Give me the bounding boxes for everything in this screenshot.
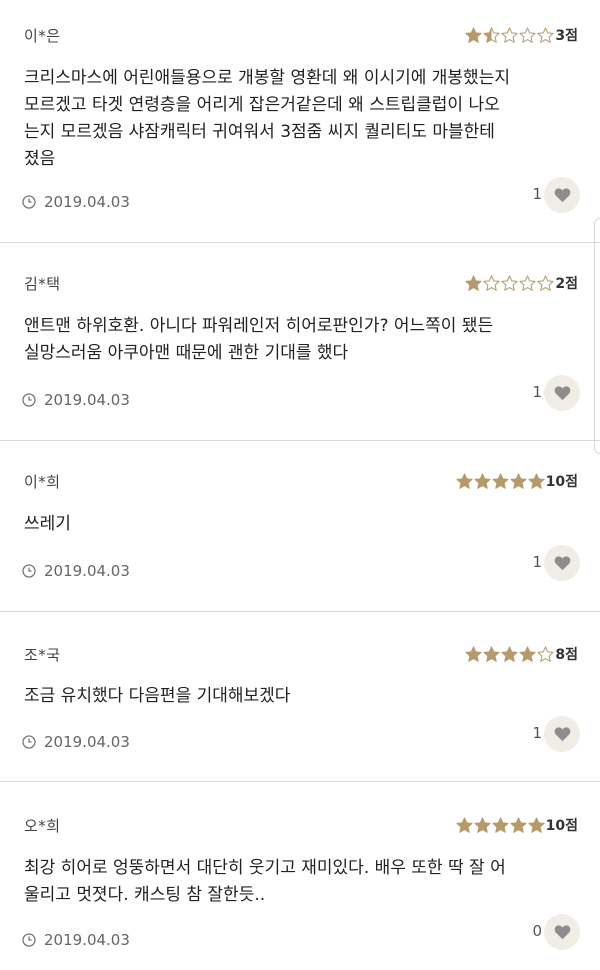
star-empty-icon [501, 26, 518, 43]
review-date: 2019.04.03 [22, 733, 130, 751]
review-author: 김*택 [24, 275, 61, 293]
score-label: 2점 [555, 276, 578, 292]
star-rating [464, 645, 554, 663]
review-date: 2019.04.03 [22, 193, 130, 211]
review-text: 크리스마스에 어린애들용으로 개봉할 영환데 왜 이시기에 개봉했는지 모르겠고… [24, 68, 510, 169]
star-filled-icon [474, 472, 491, 489]
like-button[interactable] [544, 914, 580, 950]
like-count: 1 [532, 185, 542, 203]
like-button[interactable] [544, 545, 580, 581]
like-count: 1 [532, 724, 542, 742]
review-date: 2019.04.03 [22, 391, 130, 409]
score-label: 8점 [555, 647, 578, 663]
clock-icon [22, 195, 36, 209]
score-label: 3점 [555, 28, 578, 44]
star-filled-icon [492, 472, 509, 489]
star-filled-icon [492, 816, 509, 833]
like-count: 1 [532, 553, 542, 571]
star-filled-icon [456, 816, 473, 833]
rating: 10점 [455, 815, 578, 835]
rating: 10점 [455, 471, 578, 491]
star-empty-icon [537, 26, 554, 43]
star-half-icon [483, 26, 500, 43]
star-empty-icon [519, 26, 536, 43]
review-author: 이*은 [24, 27, 61, 45]
review-item: 김*택 2점 앤트맨 하위호환. 아니다 파워레인저 히어로판인가? 어느쪽이 … [0, 243, 600, 441]
star-filled-icon [510, 472, 527, 489]
star-filled-icon [456, 472, 473, 489]
star-rating [464, 274, 554, 292]
heart-icon [554, 188, 570, 203]
like-count: 0 [532, 922, 542, 940]
score-label: 10점 [545, 818, 578, 834]
clock-icon [22, 564, 36, 578]
star-filled-icon [528, 816, 545, 833]
star-filled-icon [465, 26, 482, 43]
rating: 2점 [464, 273, 578, 293]
score-label: 10점 [545, 474, 578, 490]
review-author: 오*희 [24, 817, 61, 835]
review-item: 오*희 10점 최강 히어로 엉뚱하면서 대단히 웃기고 재미있다. 배우 또한… [0, 782, 600, 970]
star-empty-icon [519, 274, 536, 291]
date-text: 2019.04.03 [44, 391, 130, 409]
star-filled-icon [465, 274, 482, 291]
clock-icon [22, 735, 36, 749]
review-date: 2019.04.03 [22, 562, 130, 580]
like-button[interactable] [544, 716, 580, 752]
clock-icon [22, 933, 36, 947]
review-author: 이*희 [24, 473, 61, 491]
review-text: 쓰레기 [24, 514, 71, 534]
like-count: 1 [532, 383, 542, 401]
star-filled-icon [510, 816, 527, 833]
star-filled-icon [519, 645, 536, 662]
heart-icon [554, 925, 570, 940]
star-rating [455, 816, 545, 834]
review-author: 조*국 [24, 646, 61, 664]
heart-icon [554, 556, 570, 571]
star-rating [455, 472, 545, 490]
star-filled-icon [501, 645, 518, 662]
review-text: 최강 히어로 엉뚱하면서 대단히 웃기고 재미있다. 배우 또한 딱 잘 어 울… [24, 858, 506, 905]
review-text: 앤트맨 하위호환. 아니다 파워레인저 히어로판인가? 어느쪽이 됐든 실망스러… [24, 316, 494, 363]
scrollbar[interactable] [594, 218, 600, 454]
date-text: 2019.04.03 [44, 562, 130, 580]
heart-icon [554, 727, 570, 742]
star-empty-icon [483, 274, 500, 291]
star-filled-icon [474, 816, 491, 833]
like-button[interactable] [544, 375, 580, 411]
review-item: 이*은 3점 크리스마스에 어린애들용으로 개봉할 영환데 왜 이시기에 개봉했… [0, 0, 600, 243]
heart-icon [554, 386, 570, 401]
star-filled-icon [483, 645, 500, 662]
star-empty-icon [537, 274, 554, 291]
review-date: 2019.04.03 [22, 931, 130, 949]
like-button[interactable] [544, 177, 580, 213]
date-text: 2019.04.03 [44, 733, 130, 751]
star-rating [464, 26, 554, 44]
star-empty-icon [501, 274, 518, 291]
rating: 8점 [464, 644, 578, 664]
review-item: 조*국 8점 조금 유치했다 다음편을 기대해보겠다 2019.04.03 1 [0, 612, 600, 782]
star-filled-icon [465, 645, 482, 662]
star-empty-icon [537, 645, 554, 662]
date-text: 2019.04.03 [44, 193, 130, 211]
star-filled-icon [528, 472, 545, 489]
rating: 3점 [464, 25, 578, 45]
review-text: 조금 유치했다 다음편을 기대해보겠다 [24, 686, 291, 706]
review-item: 이*희 10점 쓰레기 2019.04.03 1 [0, 441, 600, 612]
clock-icon [22, 393, 36, 407]
date-text: 2019.04.03 [44, 931, 130, 949]
